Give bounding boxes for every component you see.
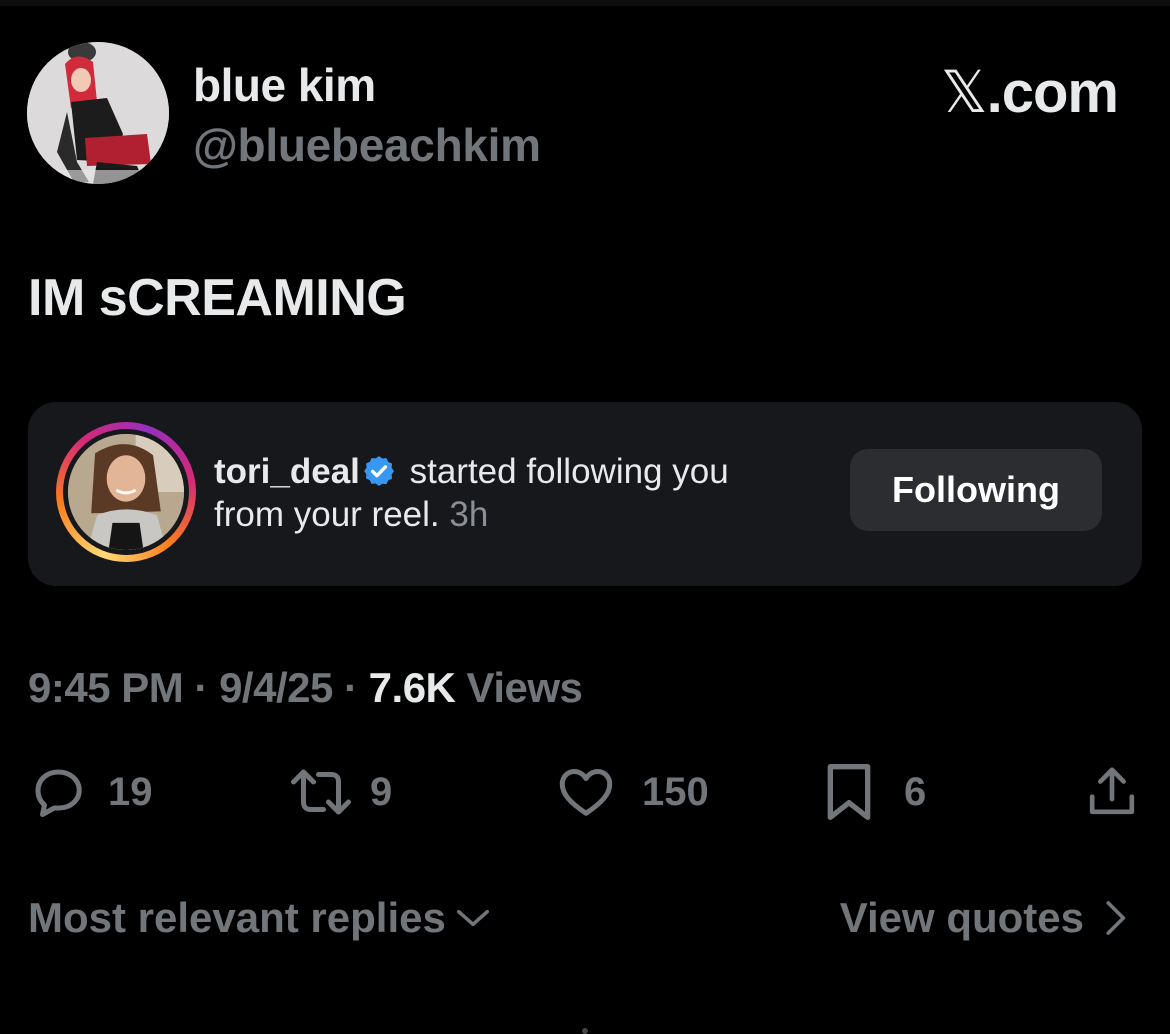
reply-icon (35, 769, 82, 817)
x-logo-icon: 𝕏 (940, 58, 988, 126)
tweet-time: 9:45 PM (28, 664, 184, 711)
author-handle[interactable]: @bluebeachkim (193, 118, 541, 172)
story-ring (56, 422, 196, 562)
embedded-notification-card: tori_deal started following you from you… (28, 402, 1142, 586)
meta-separator-1: · (183, 664, 220, 711)
repost-button[interactable]: 9 (286, 760, 392, 824)
bookmark-icon (827, 764, 871, 820)
author-avatar-photo (27, 42, 169, 184)
like-count: 150 (642, 769, 709, 814)
notification-user-avatar (68, 434, 184, 550)
scroll-indicator (582, 1028, 588, 1034)
notification-avatar-photo (68, 434, 184, 550)
view-quotes-link[interactable]: View quotes (840, 894, 1132, 942)
notification-message-part2: from your reel. (214, 495, 440, 534)
share-icon (1089, 767, 1135, 815)
repost-count: 9 (370, 769, 393, 814)
chevron-down-icon (456, 909, 489, 927)
verified-badge-icon (364, 456, 394, 486)
bookmark-button[interactable]: 6 (822, 760, 926, 824)
notification-text: tori_deal started following you from you… (214, 450, 814, 536)
author-avatar[interactable] (27, 42, 169, 184)
reply-sort-label: Most relevant replies (28, 894, 446, 941)
following-button: Following (850, 449, 1102, 531)
tweet-meta: 9:45 PM · 9/4/25 · 7.6K Views (28, 664, 583, 712)
heart-icon (559, 769, 613, 816)
x-com-watermark: 𝕏.com (940, 58, 1119, 126)
tweet-date: 9/4/25 (219, 664, 333, 711)
notification-username: tori_deal (214, 452, 360, 491)
top-divider (0, 0, 1170, 6)
bookmark-count: 6 (904, 769, 927, 814)
like-button[interactable]: 150 (556, 760, 709, 824)
notification-message-part1: started following you (399, 452, 729, 491)
views-label: Views (455, 664, 583, 711)
reply-count: 19 (108, 769, 153, 814)
view-quotes-label: View quotes (839, 894, 1084, 941)
views-count[interactable]: 7.6K (369, 664, 456, 711)
notification-time: 3h (449, 495, 489, 534)
chevron-right-icon (1106, 901, 1126, 935)
author-display-name[interactable]: blue kim (193, 58, 376, 112)
meta-separator-2: · (332, 664, 369, 711)
brand-suffix: .com (986, 60, 1119, 125)
repost-icon (291, 769, 351, 815)
tweet-text: IM sCREAMING (28, 269, 407, 327)
tweet-detail-screen: blue kim @bluebeachkim 𝕏.com IM sCREAMIN… (0, 0, 1170, 1034)
reply-sort-dropdown[interactable]: Most relevant replies (28, 894, 492, 942)
share-button[interactable] (1084, 760, 1140, 824)
reply-button[interactable]: 19 (28, 760, 153, 824)
